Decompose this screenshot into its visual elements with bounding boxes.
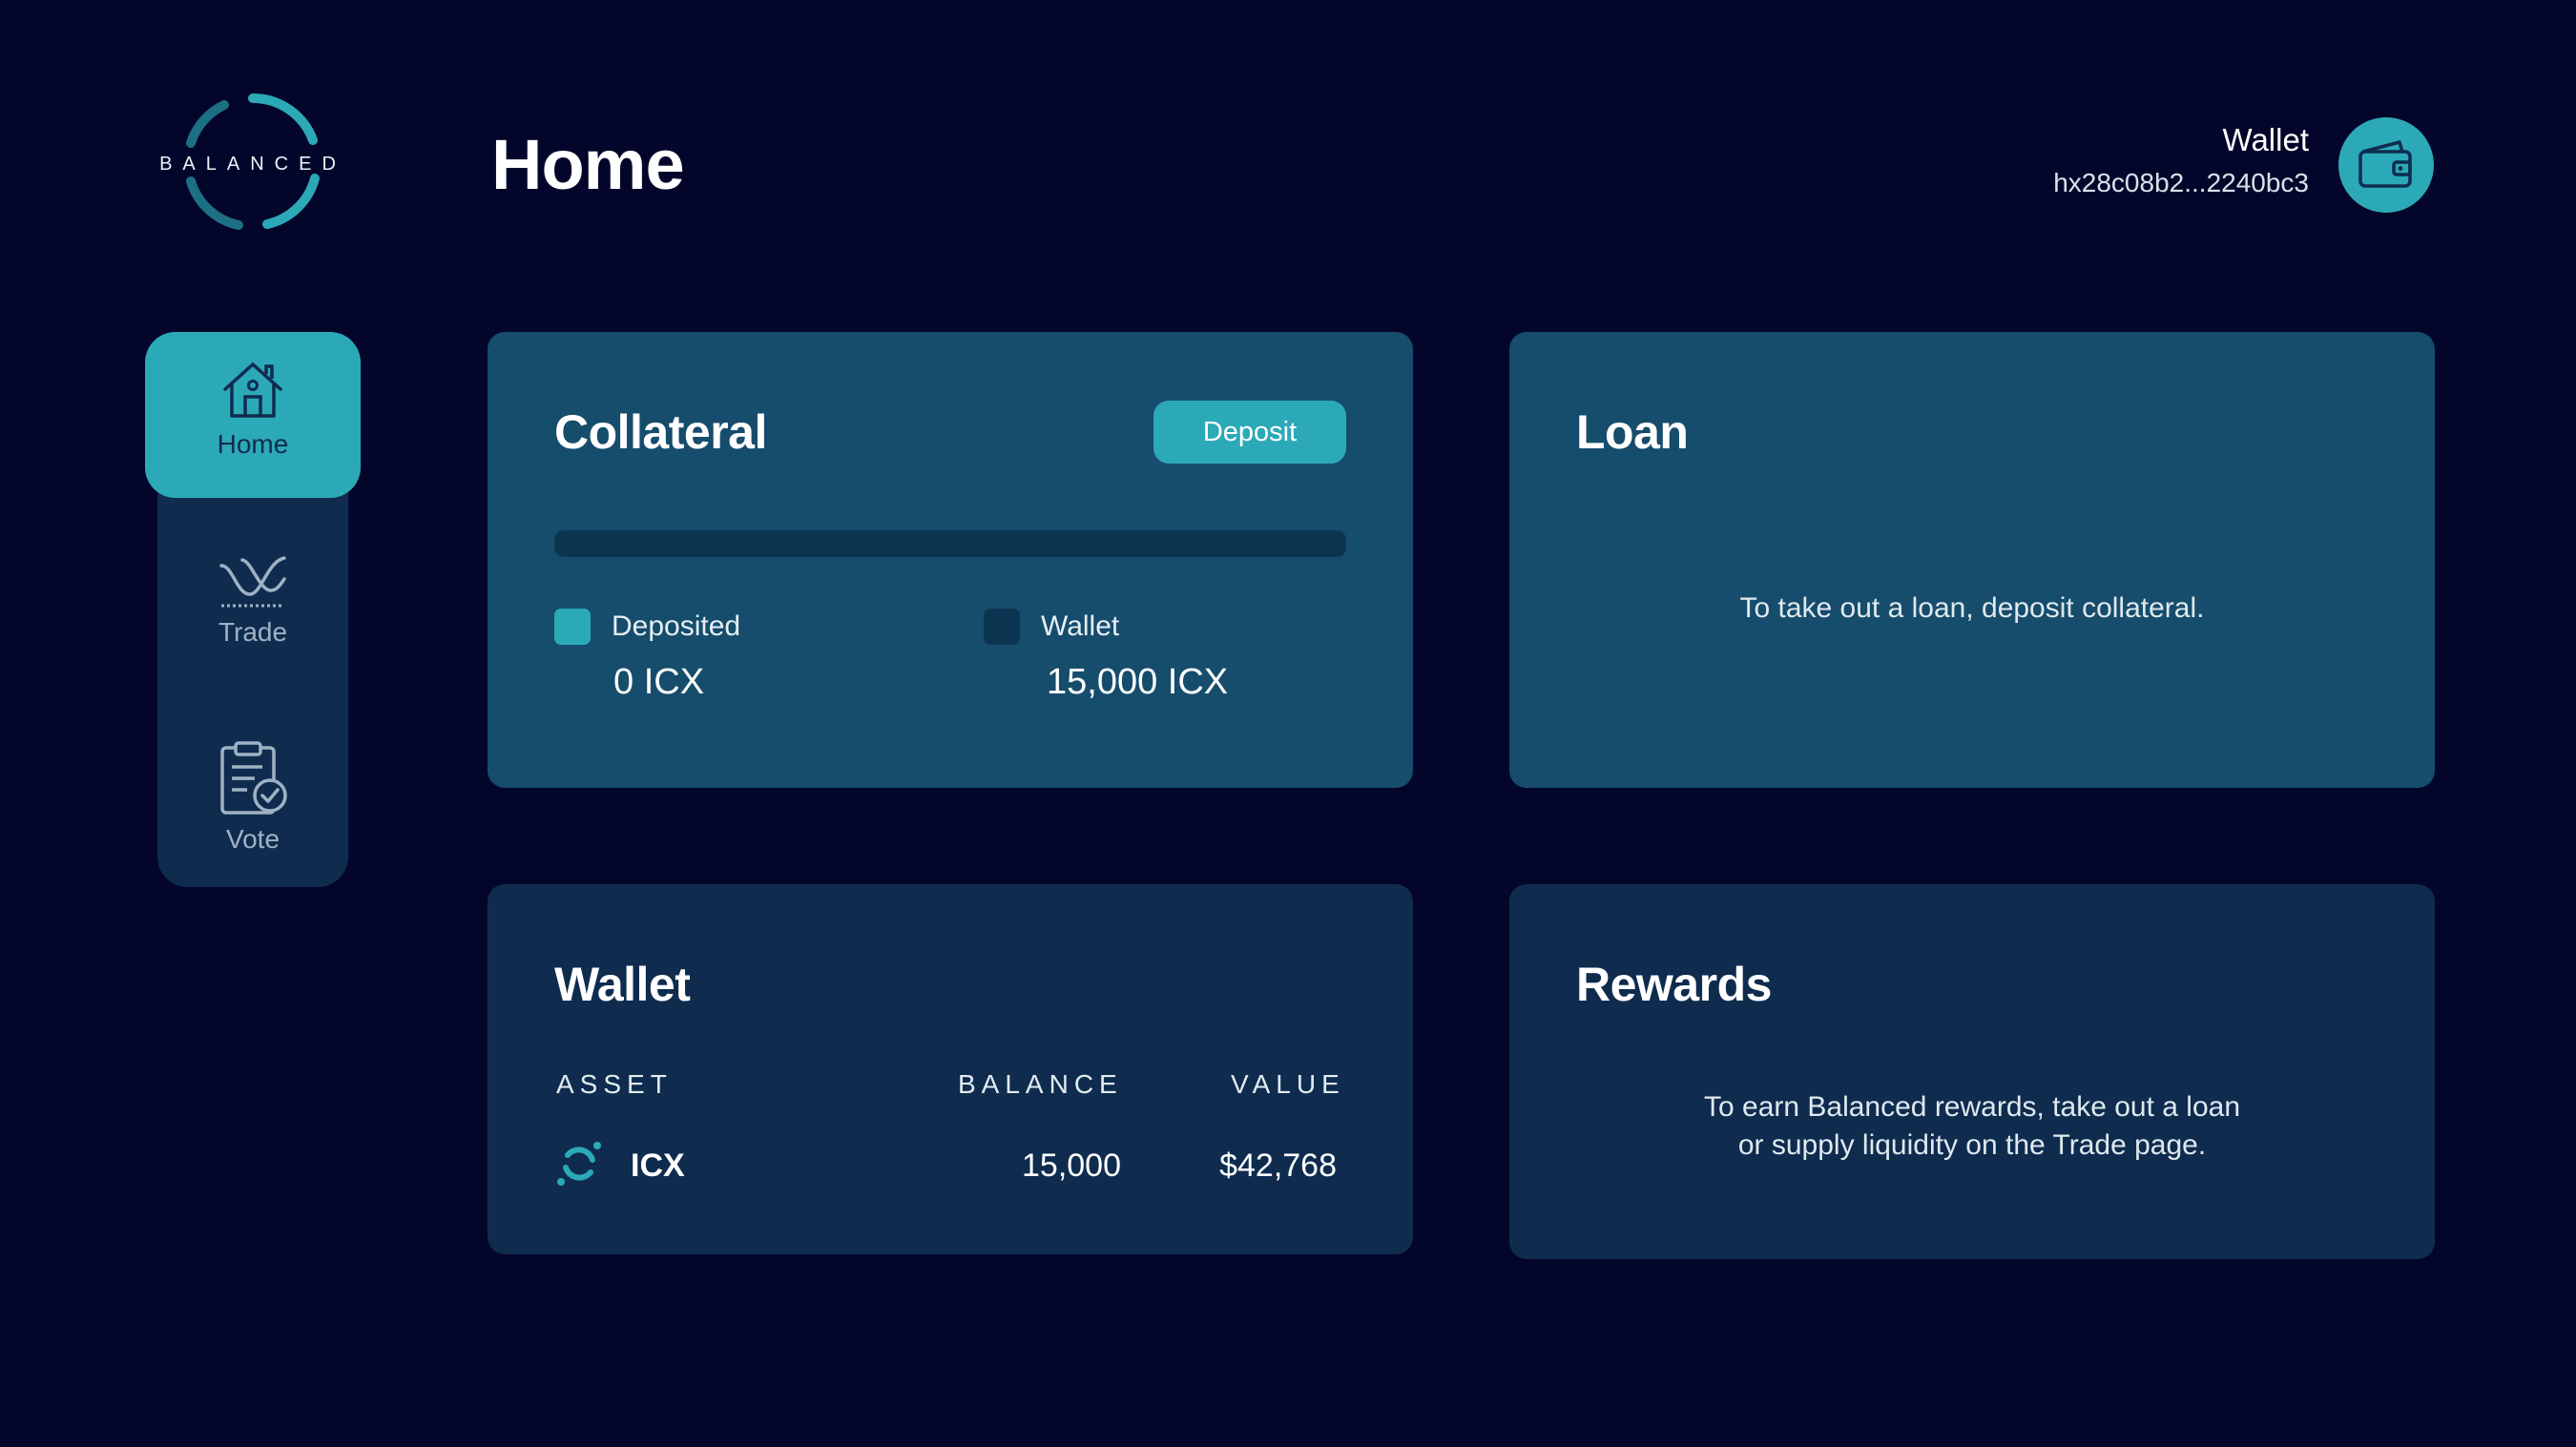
asset-name: ICX <box>631 1147 685 1184</box>
asset-balance: 15,000 <box>1022 1147 1121 1184</box>
sidebar-item-home[interactable]: Home <box>145 332 361 498</box>
sidebar-item-trade[interactable]: Trade <box>145 539 361 705</box>
wallet-header: Wallet hx28c08b2...2240bc3 <box>2053 122 2309 198</box>
collateral-title: Collateral <box>554 405 767 459</box>
rewards-title: Rewards <box>1576 958 1772 1011</box>
column-header-balance: BALANCE <box>958 1069 1123 1099</box>
loan-title: Loan <box>1576 405 1689 459</box>
sidebar-item-label: Vote <box>225 824 280 854</box>
trade-icon <box>219 556 286 608</box>
sidebar-item-label: Trade <box>218 617 288 647</box>
logo-text: BALANCED <box>159 154 346 175</box>
deposited-label: Deposited <box>612 610 741 642</box>
asset-value: $42,768 <box>1219 1147 1337 1184</box>
loan-card: Loan To take out a loan, deposit collate… <box>1509 332 2435 788</box>
wallet-icon <box>2358 140 2412 188</box>
loan-message: To take out a loan, deposit collateral. <box>1739 592 2205 624</box>
collateral-card: Collateral Deposit Deposited 0 ICX Walle… <box>488 332 1413 788</box>
column-header-value: VALUE <box>1231 1069 1345 1099</box>
sidebar-item-label: Home <box>217 429 289 459</box>
deposited-value: 0 ICX <box>613 662 705 702</box>
wallet-header-label: Wallet <box>2222 122 2309 157</box>
collateral-progress-bar <box>554 530 1346 557</box>
wallet-card: Wallet ASSET BALANCE VALUE ICX 15,000 $4… <box>488 884 1413 1254</box>
wallet-swatch <box>984 609 1020 645</box>
vote-icon <box>220 741 287 815</box>
sidebar-item-vote[interactable]: Vote <box>145 736 361 902</box>
wallet-legend-label: Wallet <box>1041 610 1120 642</box>
rewards-message-line1: To earn Balanced rewards, take out a loa… <box>1703 1091 2241 1123</box>
home-icon <box>223 362 282 418</box>
wallet-title: Wallet <box>554 958 691 1011</box>
column-header-asset: ASSET <box>556 1069 673 1099</box>
icx-icon <box>557 1142 601 1186</box>
rewards-message-line2: or supply liquidity on the Trade page. <box>1737 1129 2207 1161</box>
rewards-card: Rewards To earn Balanced rewards, take o… <box>1509 884 2435 1259</box>
wallet-address: hx28c08b2...2240bc3 <box>2053 168 2309 197</box>
balanced-logo[interactable]: BALANCED <box>143 91 363 243</box>
wallet-legend-value: 15,000 ICX <box>1047 662 1229 702</box>
wallet-button[interactable] <box>2338 117 2434 213</box>
deposit-button[interactable]: Deposit <box>1153 401 1346 464</box>
page-title: Home <box>491 125 685 204</box>
deposited-swatch <box>554 609 591 645</box>
